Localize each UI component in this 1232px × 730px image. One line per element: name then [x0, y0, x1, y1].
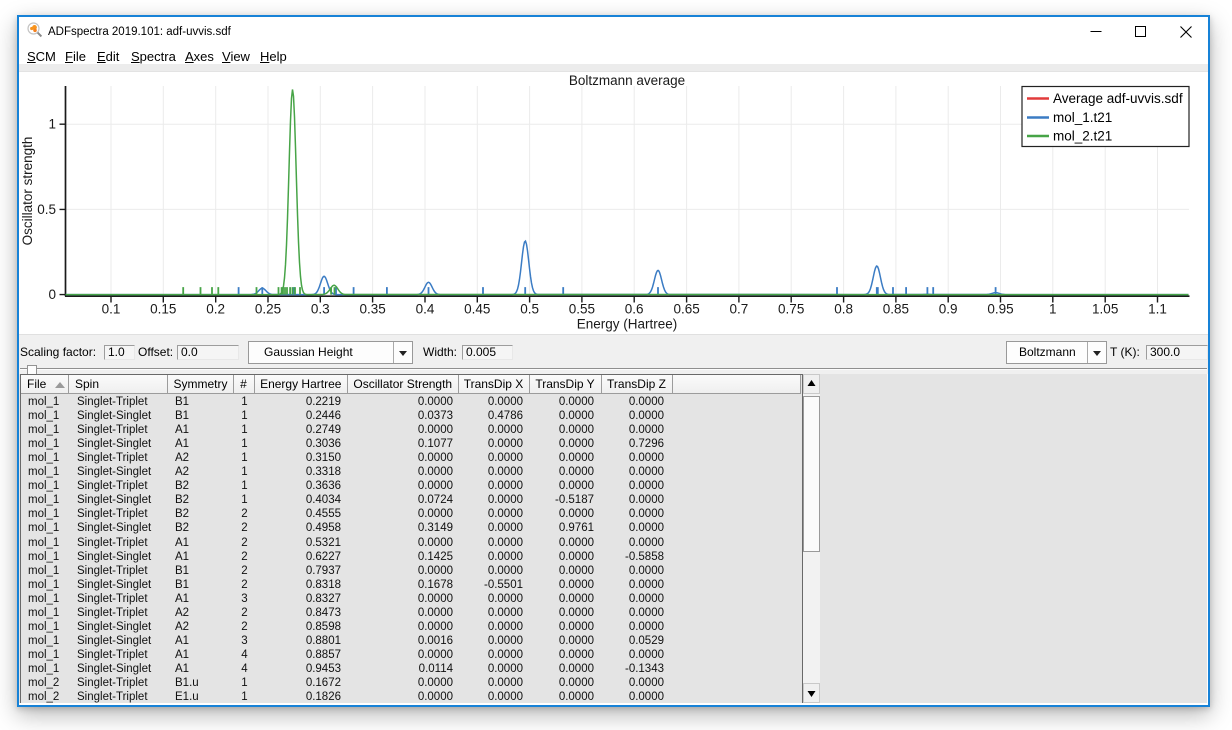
svg-text:0.85: 0.85: [883, 302, 909, 317]
svg-text:1.1: 1.1: [1148, 302, 1167, 317]
svg-text:0.5: 0.5: [520, 302, 539, 317]
svg-text:0.1: 0.1: [102, 302, 121, 317]
svg-text:Average adf-uvvis.sdf: Average adf-uvvis.sdf: [1053, 91, 1183, 106]
svg-text:0.4: 0.4: [416, 302, 435, 317]
svg-text:Boltzmann average: Boltzmann average: [569, 73, 685, 88]
svg-text:mol_1.t21: mol_1.t21: [1053, 110, 1112, 125]
svg-text:0.5: 0.5: [37, 202, 56, 217]
svg-text:0.25: 0.25: [255, 302, 281, 317]
svg-text:1: 1: [1049, 302, 1057, 317]
svg-text:Oscillator strength: Oscillator strength: [20, 137, 35, 246]
svg-text:0.95: 0.95: [987, 302, 1013, 317]
svg-text:0.8: 0.8: [834, 302, 853, 317]
svg-text:0.3: 0.3: [311, 302, 330, 317]
svg-text:1.05: 1.05: [1092, 302, 1118, 317]
svg-text:0.65: 0.65: [673, 302, 699, 317]
svg-text:1: 1: [48, 117, 56, 132]
svg-text:0.2: 0.2: [206, 302, 225, 317]
svg-text:0.15: 0.15: [150, 302, 176, 317]
svg-text:Energy (Hartree): Energy (Hartree): [577, 317, 678, 332]
svg-text:0.45: 0.45: [464, 302, 490, 317]
svg-text:0.75: 0.75: [778, 302, 804, 317]
svg-text:0: 0: [48, 287, 56, 302]
svg-text:0.7: 0.7: [730, 302, 749, 317]
svg-text:0.6: 0.6: [625, 302, 644, 317]
svg-text:0.35: 0.35: [359, 302, 385, 317]
svg-text:0.9: 0.9: [939, 302, 958, 317]
svg-text:mol_2.t21: mol_2.t21: [1053, 129, 1112, 144]
svg-text:0.55: 0.55: [569, 302, 595, 317]
